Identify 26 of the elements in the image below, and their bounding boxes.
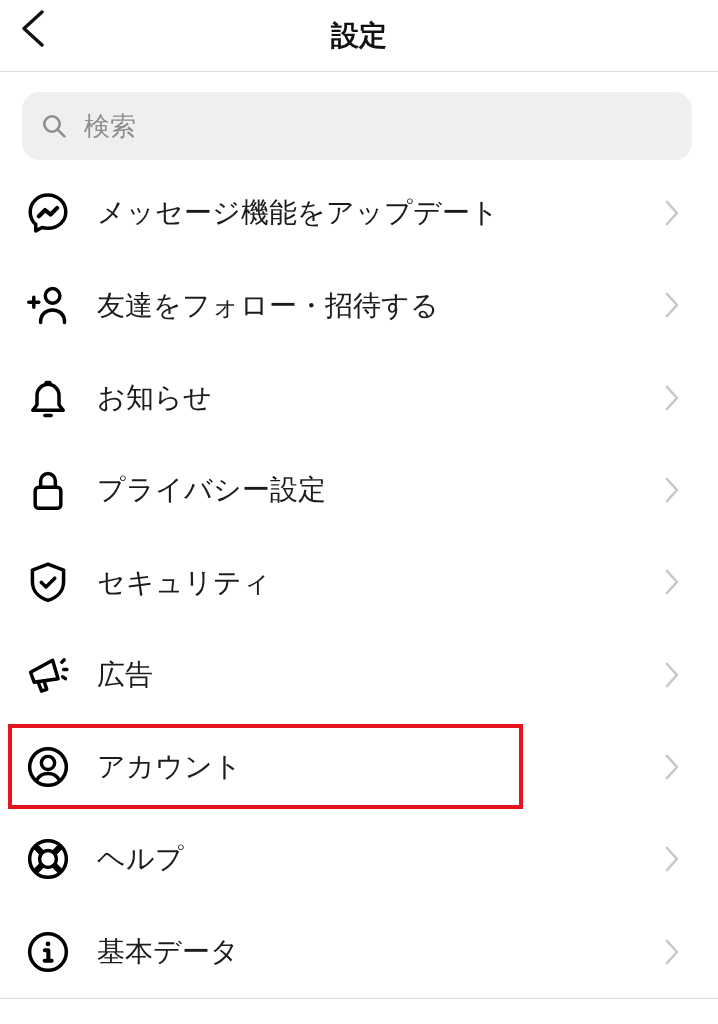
- settings-item[interactable]: お知らせ: [0, 351, 718, 444]
- chevron-right-icon: [664, 291, 680, 320]
- info-icon: [26, 929, 70, 974]
- chevron-right-icon: [664, 383, 680, 412]
- chevron-right-icon: [664, 937, 680, 966]
- messenger-icon: [26, 191, 70, 236]
- back-icon[interactable]: [21, 10, 45, 47]
- settings-item[interactable]: アカウント: [0, 720, 718, 814]
- settings-item[interactable]: 広告: [0, 628, 718, 721]
- chevron-right-icon: [664, 568, 680, 597]
- chevron-right-icon: [664, 199, 680, 228]
- settings-item[interactable]: セキュリティ: [0, 536, 718, 629]
- page-title: 設定: [331, 18, 387, 53]
- chevron-right-icon: [664, 660, 680, 689]
- chevron-right-icon: [664, 476, 680, 505]
- chevron-right-icon: [664, 845, 680, 874]
- settings-item[interactable]: プライバシー設定: [0, 443, 718, 537]
- settings-item[interactable]: ヘルプ: [0, 813, 718, 906]
- search-field[interactable]: 検索: [22, 92, 692, 160]
- lifebuoy-icon: [26, 837, 70, 882]
- search-icon: [42, 114, 66, 138]
- settings-item[interactable]: 友達をフォロー・招待する: [0, 259, 718, 352]
- settings-item[interactable]: メッセージ機能をアップデート: [0, 167, 718, 260]
- chevron-right-icon: [664, 752, 680, 781]
- settings-item[interactable]: 基本データ: [0, 905, 718, 998]
- person-circle-icon: [26, 744, 70, 789]
